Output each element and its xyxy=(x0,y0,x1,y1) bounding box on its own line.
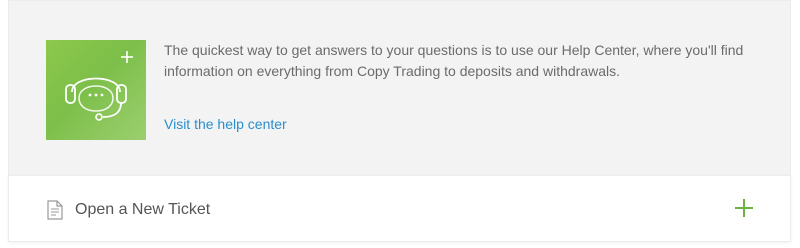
visit-help-center-link[interactable]: Visit the help center xyxy=(164,115,287,133)
plus-icon[interactable] xyxy=(733,197,755,219)
help-center-card: The quickest way to get answers to your … xyxy=(8,0,791,175)
headset-icon xyxy=(65,51,133,121)
help-illustration xyxy=(46,40,146,140)
open-new-ticket-button[interactable]: Open a New Ticket xyxy=(8,175,791,242)
document-icon xyxy=(47,200,63,220)
open-new-ticket-label: Open a New Ticket xyxy=(75,201,211,218)
help-description: The quickest way to get answers to your … xyxy=(164,42,744,79)
